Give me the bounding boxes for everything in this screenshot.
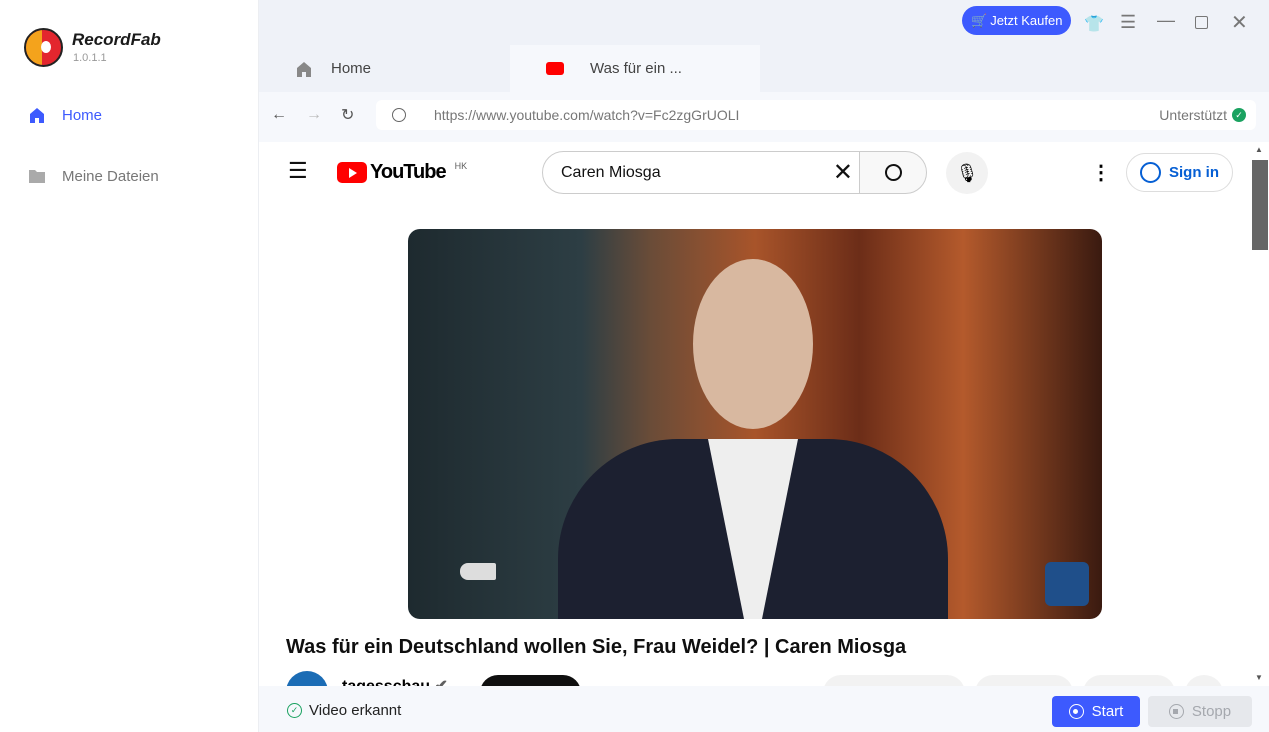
like-button[interactable] bbox=[823, 675, 965, 686]
check-icon: ✓ bbox=[1232, 108, 1246, 122]
sidebar-item-label: Meine Dateien bbox=[62, 167, 159, 185]
tab-label: Home bbox=[331, 60, 372, 77]
back-icon[interactable]: ← bbox=[271, 106, 287, 124]
search-button[interactable] bbox=[859, 151, 927, 194]
url-input[interactable]: https://www.youtube.com/watch?v=Fc2zgGrU… bbox=[376, 100, 1256, 130]
sidebar-item-meine-dateien[interactable]: Meine Dateien bbox=[28, 167, 159, 185]
video-player[interactable] bbox=[408, 229, 1102, 619]
menu-icon[interactable]: ☰ bbox=[1120, 12, 1136, 33]
record-icon bbox=[1068, 704, 1084, 719]
home-icon bbox=[30, 108, 44, 123]
search-icon bbox=[884, 164, 902, 181]
channel-label: tagesschau bbox=[342, 678, 430, 686]
maximize-icon[interactable] bbox=[1195, 16, 1208, 29]
start-button[interactable]: Start bbox=[1052, 696, 1140, 727]
more-icon[interactable]: ⋮ bbox=[1091, 160, 1111, 185]
save-button[interactable] bbox=[1083, 675, 1175, 686]
sidebar-item-home[interactable]: Home bbox=[28, 106, 102, 124]
scrollbar[interactable]: ▲ ▼ bbox=[1249, 142, 1269, 686]
sign-in-button[interactable]: Sign in bbox=[1126, 153, 1233, 192]
watermark-logo bbox=[460, 563, 496, 580]
url-text: https://www.youtube.com/watch?v=Fc2zgGrU… bbox=[434, 107, 740, 123]
youtube-logo[interactable]: YouTube HK bbox=[337, 161, 467, 184]
search-value: Caren Miosga bbox=[561, 163, 661, 181]
buy-button[interactable]: 🛒 Jetzt Kaufen bbox=[962, 6, 1072, 35]
tab-label: Was für ein ... bbox=[590, 60, 682, 77]
home-icon bbox=[297, 61, 311, 77]
support-label: Unterstützt bbox=[1159, 107, 1227, 123]
tab-video[interactable]: Was für ein ... bbox=[510, 45, 760, 92]
scroll-down-icon[interactable]: ▼ bbox=[1255, 673, 1263, 682]
scroll-thumb[interactable] bbox=[1252, 160, 1268, 250]
status-label: Video erkannt bbox=[309, 702, 402, 719]
sidebar-item-label: Home bbox=[62, 106, 103, 124]
clear-icon[interactable]: ✕ bbox=[833, 158, 853, 187]
more-actions-button[interactable] bbox=[1185, 675, 1223, 686]
search-input[interactable]: Caren Miosga ✕ bbox=[542, 151, 860, 194]
minimize-icon[interactable]: — bbox=[1157, 10, 1175, 31]
stop-label: Stopp bbox=[1191, 703, 1232, 720]
video-title: Was für ein Deutschland wollen Sie, Frau… bbox=[286, 636, 907, 658]
hamburger-icon[interactable]: ☰ bbox=[288, 158, 308, 184]
status-bar: ✓ Video erkannt Start Stopp bbox=[259, 686, 1269, 732]
youtube-icon bbox=[546, 62, 564, 75]
stop-button[interactable]: Stopp bbox=[1148, 696, 1252, 727]
check-circle-icon: ✓ bbox=[287, 703, 302, 718]
forward-icon[interactable]: → bbox=[306, 106, 322, 124]
close-icon[interactable]: ✕ bbox=[1231, 10, 1248, 35]
account-icon bbox=[1140, 162, 1161, 183]
microphone-icon: 🎙 bbox=[955, 163, 979, 183]
stop-icon bbox=[1168, 704, 1184, 719]
support-status: Unterstützt ✓ bbox=[1159, 107, 1246, 123]
sidebar: RecordFab 1.0.1.1 Home Meine Dateien bbox=[0, 0, 259, 732]
recordfab-logo bbox=[24, 28, 63, 67]
buy-label: Jetzt Kaufen bbox=[990, 13, 1063, 28]
app-name: RecordFab bbox=[72, 30, 161, 49]
detection-status: ✓ Video erkannt bbox=[287, 702, 401, 719]
share-button[interactable] bbox=[975, 675, 1073, 686]
title-bar: 🛒 Jetzt Kaufen 👕 ☰ — ✕ Home Was für ein .… bbox=[259, 0, 1269, 92]
channel-name[interactable]: tagesschau ✔ bbox=[342, 676, 448, 686]
skin-icon[interactable]: 👕 bbox=[1084, 14, 1104, 34]
cart-icon: 🛒 bbox=[971, 12, 988, 28]
tab-home[interactable]: Home bbox=[259, 45, 509, 92]
folder-icon bbox=[29, 170, 45, 183]
video-person bbox=[558, 259, 948, 619]
scroll-up-icon[interactable]: ▲ bbox=[1255, 145, 1263, 154]
region-label: HK bbox=[454, 161, 468, 171]
subscribe-button[interactable] bbox=[480, 675, 581, 686]
channel-avatar[interactable] bbox=[286, 671, 328, 686]
address-bar: ← → ↻ https://www.youtube.com/watch?v=Fc… bbox=[259, 92, 1269, 142]
start-label: Start bbox=[1091, 703, 1124, 720]
verified-icon: ✔ bbox=[435, 678, 448, 686]
logo-text: YouTube bbox=[370, 161, 447, 183]
reload-icon[interactable]: ↻ bbox=[341, 105, 354, 125]
voice-search-button[interactable]: 🎙 bbox=[946, 152, 988, 194]
app-version: 1.0.1.1 bbox=[73, 52, 107, 64]
youtube-page: ☰ YouTube HK Caren Miosga ✕ 🎙 ⋮ Sign in … bbox=[259, 142, 1249, 686]
sign-in-label: Sign in bbox=[1169, 164, 1219, 181]
tagesschau-logo bbox=[1045, 562, 1089, 606]
search-icon bbox=[392, 108, 406, 122]
